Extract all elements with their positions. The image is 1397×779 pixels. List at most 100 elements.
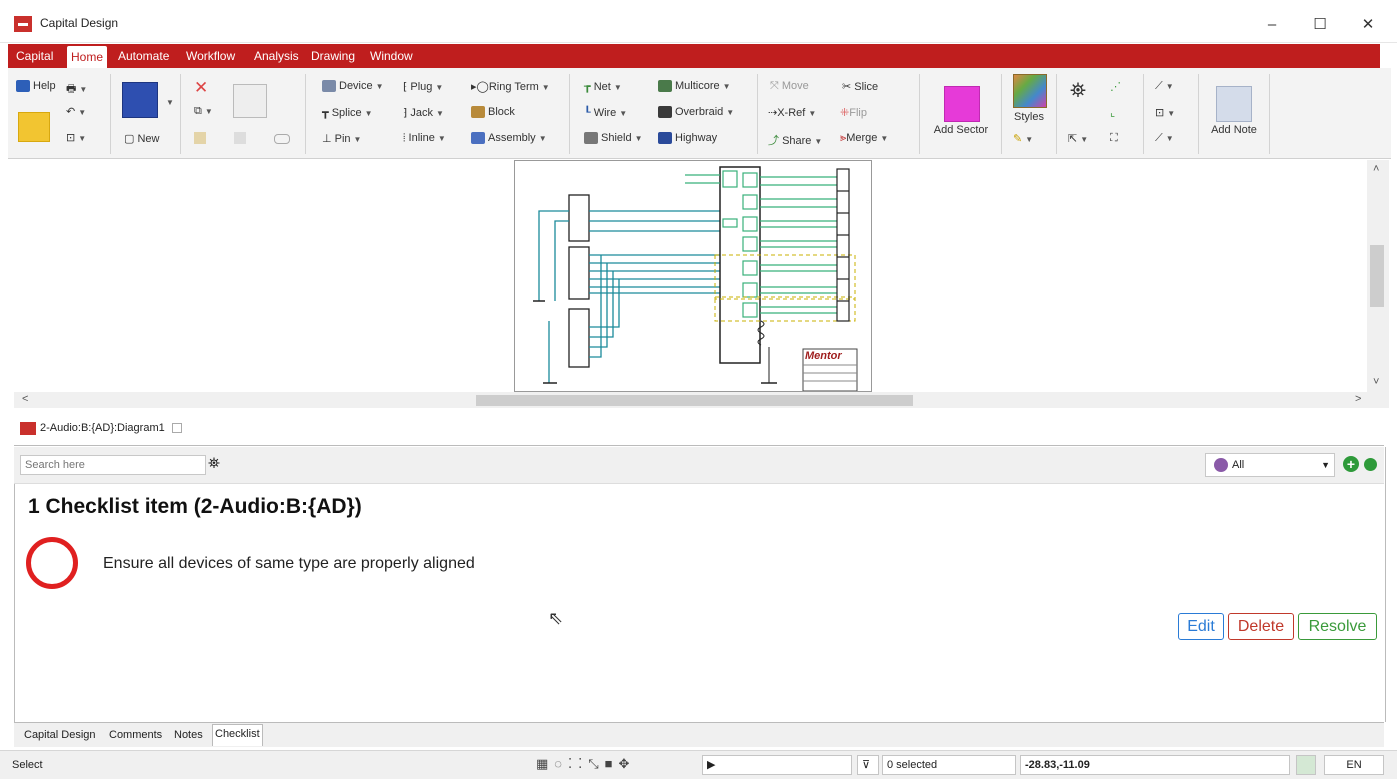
wire-icon: ┖ [584,107,594,119]
edit-button[interactable]: Edit [1178,613,1224,640]
ribbon-separator [110,74,111,154]
shape-icon[interactable] [274,134,290,144]
open-folder-icon[interactable] [18,112,50,142]
device-button[interactable]: Device ▼ [322,80,384,93]
mouse-cursor-icon: ⇖ [548,608,564,628]
ring-term-button[interactable]: ▸◯Ring Term ▼ [471,80,550,93]
menu-drawing[interactable]: Drawing [307,44,359,68]
menu-capital[interactable]: Capital [12,44,57,68]
share-icon: ⤴ [768,135,783,147]
merge-button[interactable]: ⪢Merge ▼ [840,132,888,145]
binoculars-icon[interactable]: ⛯ [1070,80,1086,103]
menu-home[interactable]: Home [67,46,108,68]
menu-window[interactable]: Window [366,44,417,68]
select-arrow-icon[interactable]: ⇱ ▼ [1068,132,1088,145]
filter-funnel-icon[interactable]: ⊽ [857,755,879,775]
help-button[interactable]: Help [16,80,56,93]
add-icon[interactable]: + [1343,456,1359,472]
undo-icon[interactable]: ↶ ▼ [66,105,86,118]
net-button[interactable]: ┲ Net ▼ [584,80,622,93]
flip-button[interactable]: ⁜Flip [840,106,867,119]
binoculars-search-icon[interactable]: ⛯ [208,455,220,472]
add-sector-icon[interactable] [944,86,980,122]
status-tools-icons[interactable]: ▦◌⁚⁚⤡■✥ [536,756,635,772]
maximize-button[interactable]: ☐ [1300,10,1340,40]
document-tab[interactable]: 2-Audio:B:{AD}:Diagram1 [20,418,182,438]
tree-icon[interactable]: ⋰ [1110,80,1121,93]
branch-icon[interactable]: ⌞ [1110,106,1115,119]
print-icon[interactable]: 🖶 ▼ [66,80,87,99]
scroll-down-icon[interactable]: ˅ [1373,376,1379,388]
scroll-right-icon[interactable]: > [1355,393,1361,405]
add-sector-button[interactable]: Add Sector [928,124,994,136]
title-bar [0,0,1397,43]
overbraid-icon [658,106,672,119]
language-indicator[interactable]: EN [1324,755,1384,775]
user-icon[interactable] [1296,755,1316,775]
slice-button[interactable]: ✂ Slice [842,80,878,93]
xref-button[interactable]: ⇢X-Ref ▼ [768,106,816,119]
select-area-icon[interactable]: ⛶ [1110,132,1118,145]
delete-icon[interactable]: ✕ [194,78,208,98]
tab-close-icon[interactable] [171,423,182,434]
plug-button[interactable]: ⁅ Plug ▼ [403,80,443,93]
jack-button[interactable]: ⁆ Jack ▼ [403,106,444,119]
search-input[interactable] [20,455,206,475]
shield-button[interactable]: Shield ▼ [584,132,643,145]
menu-workflow[interactable]: Workflow [182,44,239,68]
scroll-up-icon[interactable]: ˄ [1373,163,1379,175]
copy-icon[interactable]: ⧉ ▼ [194,105,213,118]
line-icon[interactable]: ⟋ ▼ [1155,132,1174,145]
horizontal-scroll-thumb[interactable] [476,395,913,406]
color-picker-icon[interactable] [122,82,158,118]
slice-icon: ✂ [842,81,855,93]
multicore-button[interactable]: Multicore ▼ [658,80,731,93]
splice-button[interactable]: ┳ Splice ▼ [322,106,373,119]
ribbon-separator [1269,74,1270,154]
vertical-scroll-thumb[interactable] [1370,245,1384,307]
assembly-button[interactable]: Assembly ▼ [471,132,547,145]
add-note-button[interactable]: Add Note [1204,124,1264,136]
refresh-icon[interactable] [1364,458,1377,471]
zoom-icon[interactable]: ⊡ ▼ [66,131,86,144]
tab-notes[interactable]: Notes [172,726,205,744]
add-note-icon[interactable] [1216,86,1252,122]
wire-button[interactable]: ┖ Wire ▼ [584,106,627,119]
tab-checklist[interactable]: Checklist [212,724,263,746]
ribbon-separator [919,74,920,154]
block-button[interactable]: Block [471,106,515,119]
delete-button[interactable]: Delete [1228,613,1294,640]
resolve-button[interactable]: Resolve [1298,613,1377,640]
pin-icon: ⊥ [322,133,335,145]
tab-comments[interactable]: Comments [107,726,164,744]
splice-icon: ┳ [322,107,332,119]
tab-capital-design[interactable]: Capital Design [22,726,98,744]
pen-icon[interactable]: ✎ ▼ [1013,132,1033,145]
close-button[interactable]: ✕ [1348,10,1388,40]
window-title: Capital Design [40,16,119,30]
menu-automate[interactable]: Automate [114,44,173,68]
share-button[interactable]: ⤴ Share ▼ [768,132,822,148]
scroll-left-icon[interactable]: < [22,393,28,405]
route-icon[interactable]: ⟋ ▼ [1155,80,1174,93]
paste-icon[interactable] [194,132,206,144]
overbraid-button[interactable]: Overbraid ▼ [658,106,734,119]
pin-button[interactable]: ⊥ Pin ▼ [322,132,361,145]
menu-analysis[interactable]: Analysis [250,44,303,68]
multicore-icon [658,80,672,93]
chevron-down-icon[interactable]: ▼ [163,96,174,108]
inline-button[interactable]: ⦙ Inline ▼ [403,132,446,145]
new-button[interactable]: ▢ New [124,132,159,145]
styles-button[interactable]: Styles [1008,111,1050,123]
zoom-region-icon[interactable]: ⊡ ▼ [1155,106,1175,119]
highway-button[interactable]: Highway [658,132,717,145]
image-icon[interactable] [233,84,267,118]
move-button[interactable]: ⤧ Move [770,80,809,93]
styles-icon[interactable] [1013,74,1047,108]
minimize-button[interactable]: – [1252,10,1292,40]
table-icon[interactable] [234,132,246,144]
play-button[interactable]: ▶ [702,755,852,775]
page-icon: ▢ [124,133,138,145]
xref-icon: ⇢ [768,107,778,119]
filter-select[interactable]: All ▼ [1205,453,1335,477]
